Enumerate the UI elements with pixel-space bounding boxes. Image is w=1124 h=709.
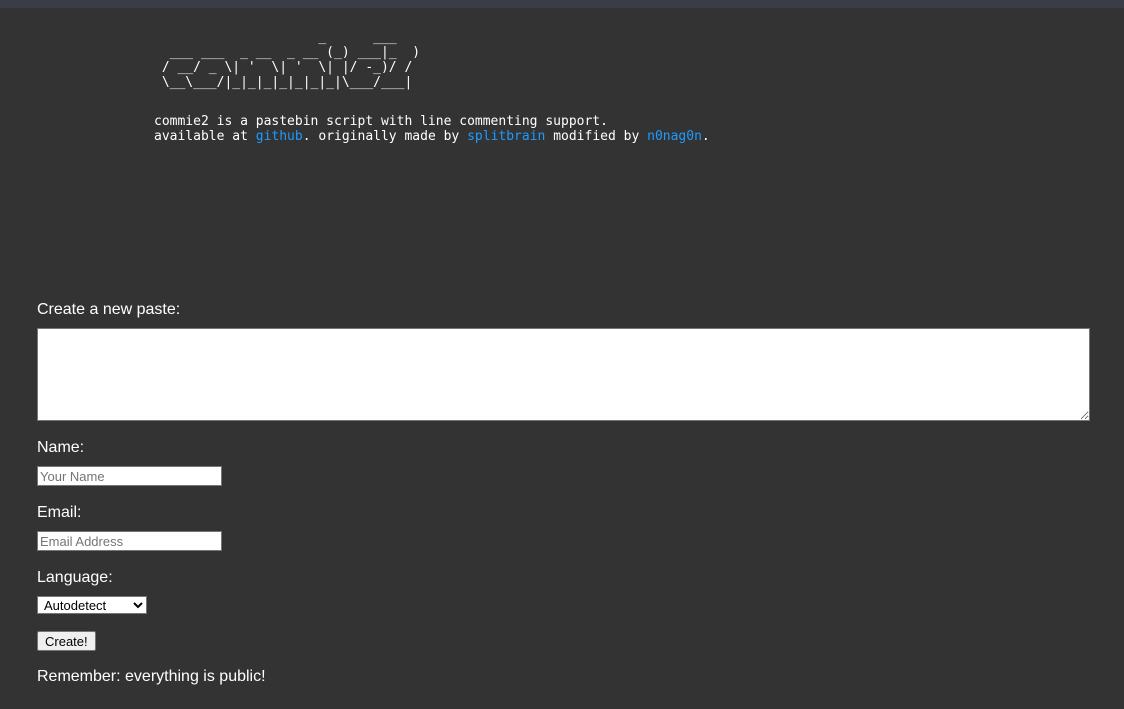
intro-prefix: available at [154,129,256,144]
name-label: Name: [37,439,85,456]
n0nag0n-link[interactable]: n0nag0n [647,129,702,144]
intro-suffix: . [701,129,710,144]
site-header: _ ___ ___ ___ _ __ _ __ (_) ___|_ ) / __… [154,30,710,144]
language-group: Language: Autodetect [37,568,1090,614]
splitbrain-link[interactable]: splitbrain [467,129,545,144]
github-link[interactable]: github [256,129,303,144]
create-button[interactable]: Create! [37,631,96,651]
language-select[interactable]: Autodetect [37,596,147,614]
email-input[interactable] [37,531,222,551]
intro-line-2: available at github. originally made by … [154,129,710,144]
top-bar [0,0,1124,8]
email-label: Email: [37,504,82,521]
ascii-logo: _ ___ ___ ___ _ __ _ __ (_) ___|_ ) / __… [161,30,421,90]
language-label: Language: [37,569,113,586]
email-group: Email: [37,503,1090,551]
paste-textarea[interactable] [37,328,1090,421]
public-notice: Remember: everything is public! [37,668,266,685]
paste-label: Create a new paste: [37,301,181,318]
intro-mid-1: . originally made by [302,129,468,144]
submit-group: Create! [37,631,1090,651]
name-group: Name: [37,438,1090,486]
intro-mid-2: modified by [545,129,648,144]
intro-text: commie2 is a pastebin script with line c… [154,114,710,144]
name-input[interactable] [37,466,222,486]
intro-line-1: commie2 is a pastebin script with line c… [154,114,608,129]
paste-form: Create a new paste: Name: Email: Languag… [37,300,1090,687]
